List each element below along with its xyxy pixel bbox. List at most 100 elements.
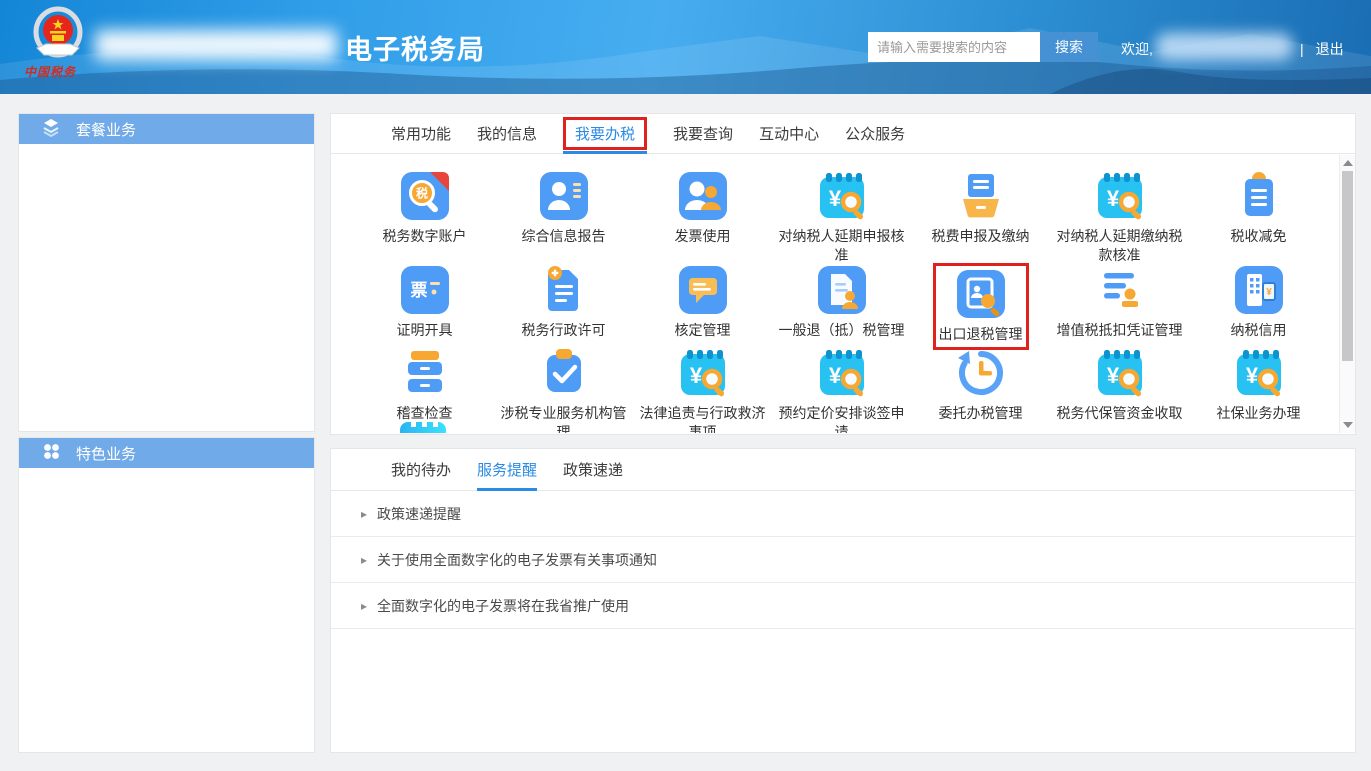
chat-icon (676, 263, 730, 317)
grid-item-label: 税务行政许可 (522, 321, 606, 340)
history-clock-icon (954, 346, 1008, 400)
sidebar-header-packages[interactable]: 套餐业务 (19, 114, 314, 144)
grid-item-发票使用[interactable]: 发票使用 (633, 169, 772, 263)
notice-row[interactable]: ▸全面数字化的电子发票将在我省推广使用 (331, 583, 1355, 629)
tab-label: 政策速递 (563, 459, 623, 480)
clipboard-icon (1232, 169, 1286, 223)
svg-text:¥: ¥ (1266, 287, 1272, 298)
tab-label: 公众服务 (845, 123, 905, 144)
logout-button[interactable]: 退出 (1316, 39, 1344, 59)
tab-我要查询[interactable]: 我要查询 (673, 114, 733, 153)
grid-item-box: ¥ 对纳税人延期申报核准 (774, 169, 910, 265)
list-stamp-icon (1093, 263, 1147, 317)
tab-label: 互动中心 (759, 123, 819, 144)
people-icon (676, 169, 730, 223)
notice-list: ▸ 政策速递提醒 ▸ 关于使用全面数字化的电子发票有关事项通知 ▸全面数字化的电子发票将… (331, 491, 1355, 629)
yen-search-icon: ¥ (815, 169, 869, 223)
svg-text:¥: ¥ (828, 363, 841, 388)
layers-icon (41, 117, 61, 141)
svg-text:¥: ¥ (1245, 363, 1258, 388)
tab-我的待办[interactable]: 我的待办 (391, 449, 451, 490)
tab-服务提醒[interactable]: 服务提醒 (477, 449, 537, 490)
grid-item-label: 综合信息报告 (522, 227, 606, 246)
yen-search-icon: ¥ (1093, 169, 1147, 223)
chevron-right-icon: ▸ (361, 507, 367, 521)
svg-text:¥: ¥ (689, 363, 702, 388)
notice-row[interactable]: ▸ 关于使用全面数字化的电子发票有关事项通知 (331, 537, 1355, 583)
grid-item-出口退税管理[interactable]: 出口退税管理 (911, 263, 1050, 346)
grid-item-税费申报及缴纳[interactable]: 税费申报及缴纳 (911, 169, 1050, 263)
tab-我要办税[interactable]: 我要办税 (563, 114, 647, 153)
tab-政策速递[interactable]: 政策速递 (563, 449, 623, 490)
grid-item-税务行政许可[interactable]: 税务行政许可 (494, 263, 633, 346)
grid-item-预约定价安排谈签申请[interactable]: ¥ 预约定价安排谈签申请 (772, 346, 911, 433)
grid-item-增值税抵扣凭证管理[interactable]: 增值税抵扣凭证管理 (1050, 263, 1189, 346)
grid-item-label: 税收减免 (1231, 227, 1287, 246)
logo-caption: 中国税务 (24, 63, 94, 80)
grid-item-社保业务办理[interactable]: ¥ 社保业务办理 (1189, 346, 1328, 433)
grid-item-label: 税费申报及缴纳 (932, 227, 1030, 246)
grid-item-法律追责与行政救济事项[interactable]: ¥ 法律追责与行政救济事项 (633, 346, 772, 433)
grid-item-label: 证明开具 (397, 321, 453, 340)
sidebar-header-featured[interactable]: 特色业务 (19, 438, 314, 468)
scrollbar-down-button[interactable] (1343, 422, 1353, 428)
grid-scrollbar[interactable] (1339, 155, 1355, 433)
grid-item-税务代保管资金收取[interactable]: ¥ 税务代保管资金收取 (1050, 346, 1189, 433)
grid-item-label: 税务数字账户 (383, 227, 467, 246)
tab-常用功能[interactable]: 常用功能 (391, 114, 451, 153)
grid-item-label: 涉税专业服务机构管理 (496, 404, 632, 433)
blurred-user-name (1155, 33, 1293, 60)
chevron-right-icon: ▸ (361, 553, 367, 567)
grid-item-box: ¥ 法律追责与行政救济事项 (635, 346, 771, 433)
grid-item-box: 核定管理 (675, 263, 731, 340)
building-icon: ¥ (1232, 263, 1286, 317)
drawers-icon (398, 346, 452, 400)
grid-item-核定管理[interactable]: 核定管理 (633, 263, 772, 346)
notice-row[interactable]: ▸ 政策速递提醒 (331, 491, 1355, 537)
grid-item-纳税信用[interactable]: ¥ 纳税信用 (1189, 263, 1328, 346)
grid-item-box: ¥ 税务代保管资金收取 (1057, 346, 1183, 423)
grid-item-对纳税人延期申报核准[interactable]: ¥ 对纳税人延期申报核准 (772, 169, 911, 263)
apps-icon (41, 441, 61, 465)
yen-search-icon: ¥ (1232, 346, 1286, 400)
grid-item-涉税专业服务机构管理[interactable]: 涉税专业服务机构管理 (494, 346, 633, 433)
grid-item-box: 综合信息报告 (522, 169, 606, 246)
grid-item-综合信息报告[interactable]: 综合信息报告 (494, 169, 633, 263)
scrollbar-up-button[interactable] (1343, 160, 1353, 166)
page: 中国税务 电子税务局 搜索 欢迎, | 退出 套餐业务 (0, 0, 1371, 771)
grid-item-税务数字账户[interactable]: 税 税务数字账户 (355, 169, 494, 263)
svg-text:¥: ¥ (1106, 186, 1119, 211)
page-title: 电子税务局 (345, 28, 485, 67)
tab-我的信息[interactable]: 我的信息 (477, 114, 537, 153)
tab-互动中心[interactable]: 互动中心 (759, 114, 819, 153)
svg-text:票: 票 (410, 281, 427, 300)
logout-divider: | (1300, 41, 1304, 57)
tab-公众服务[interactable]: 公众服务 (845, 114, 905, 153)
notice-title: 关于使用全面数字化的电子发票有关事项通知 (377, 550, 657, 570)
grid-item-稽查检查[interactable]: 稽查检查 (355, 346, 494, 433)
app-header: 中国税务 电子税务局 搜索 欢迎, | 退出 (0, 0, 1371, 94)
yen-search-icon: ¥ (1093, 346, 1147, 400)
grid-item-label: 对纳税人延期缴纳税款核准 (1052, 227, 1188, 265)
icon-grid-viewport: 税 税务数字账户 综合信息报告 发票使用 ¥ 对纳税人延期申报核准 税费申报及缴… (331, 155, 1338, 433)
annotation-box: 出口退税管理 (933, 263, 1029, 350)
tab-label: 常用功能 (391, 123, 451, 144)
grid-item-一般退（抵）税管理[interactable]: 一般退（抵）税管理 (772, 263, 911, 346)
grid-item-证明开具[interactable]: 票 证明开具 (355, 263, 494, 346)
search-input[interactable] (868, 32, 1040, 62)
grid-item-label: 一般退（抵）税管理 (779, 321, 905, 340)
grid-item-对纳税人延期缴纳税款核准[interactable]: ¥ 对纳税人延期缴纳税款核准 (1050, 169, 1189, 263)
notice-title: 政策速递提醒 (377, 504, 461, 524)
grid-item-box: 增值税抵扣凭证管理 (1057, 263, 1183, 340)
search-button[interactable]: 搜索 (1040, 32, 1098, 62)
svg-text:¥: ¥ (1106, 363, 1119, 388)
grid-item-box: 税收减免 (1231, 169, 1287, 246)
grid-item-税收减免[interactable]: 税收减免 (1189, 169, 1328, 263)
scrollbar-thumb[interactable] (1342, 171, 1353, 361)
grid-item-label: 纳税信用 (1231, 321, 1287, 340)
grid-item-label: 税务代保管资金收取 (1057, 404, 1183, 423)
sidebar-section-featured: 特色业务 (18, 437, 315, 753)
grid-item-box: 税 税务数字账户 (383, 169, 467, 246)
grid-item-委托办税管理[interactable]: 委托办税管理 (911, 346, 1050, 433)
sidebar-section-packages: 套餐业务 (18, 113, 315, 432)
